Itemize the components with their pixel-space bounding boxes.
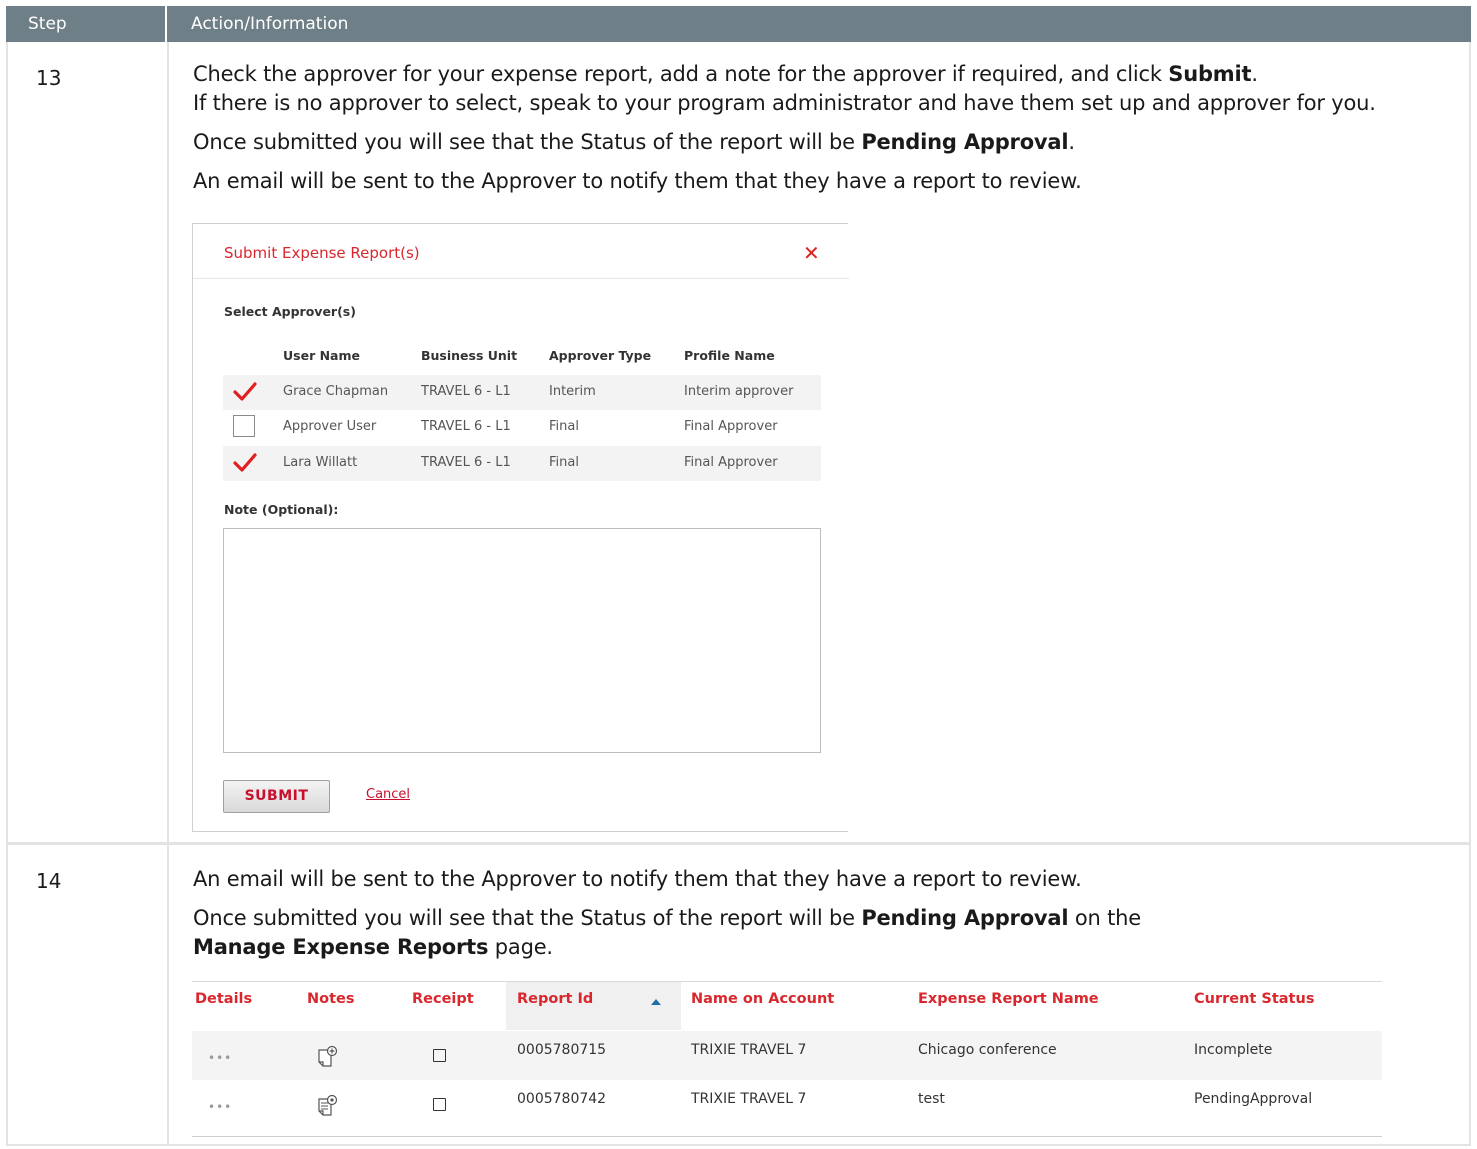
divider: [192, 981, 1382, 982]
step-number: 13: [8, 42, 169, 842]
divider: [193, 278, 849, 279]
approver-row: Grace Chapman TRAVEL 6 - L1 Interim Inte…: [223, 375, 821, 410]
column-header-report-id[interactable]: Report Id: [517, 991, 593, 1007]
approver-user-name: Approver User: [283, 419, 377, 434]
instruction-text: An email will be sent to the Approver to…: [193, 867, 1082, 891]
approver-user-name: Lara Willatt: [283, 455, 358, 470]
current-status: Incomplete: [1194, 1042, 1273, 1058]
notes-filled-icon[interactable]: [316, 1093, 338, 1119]
table-row: ••• 0005780742 TRIXIE TRAVEL 7 test Pend…: [192, 1080, 1382, 1129]
table-header: Step Action/Information: [6, 6, 1471, 42]
receipt-checkbox[interactable]: [433, 1049, 446, 1062]
approver-business-unit: TRAVEL 6 - L1: [421, 384, 511, 399]
column-header-receipt[interactable]: Receipt: [412, 991, 474, 1007]
current-status: PendingApproval: [1194, 1091, 1313, 1107]
dialog-title: Submit Expense Report(s): [224, 244, 420, 262]
column-header-notes[interactable]: Notes: [307, 991, 355, 1007]
approver-checkbox-checked[interactable]: [233, 381, 257, 403]
approver-user-name: Grace Chapman: [283, 384, 389, 399]
select-approvers-label: Select Approver(s): [224, 304, 356, 319]
approver-row: Approver User TRAVEL 6 - L1 Final Final …: [223, 410, 821, 445]
approver-profile: Final Approver: [684, 455, 778, 470]
approver-profile: Final Approver: [684, 419, 778, 434]
cancel-link[interactable]: Cancel: [366, 787, 410, 802]
column-header-approver-type: Approver Type: [549, 348, 652, 363]
notes-icon[interactable]: [316, 1044, 338, 1070]
column-header-business-unit: Business Unit: [421, 348, 518, 363]
instruction-text: If there is no approver to select, speak…: [193, 91, 1376, 115]
approver-type: Final: [549, 455, 579, 470]
header-action: Action/Information: [191, 14, 349, 34]
report-id: 0005780715: [517, 1042, 607, 1058]
divider: [192, 1136, 1382, 1137]
column-header-name-on-account[interactable]: Name on Account: [691, 991, 834, 1007]
approver-business-unit: TRAVEL 6 - L1: [421, 455, 511, 470]
note-textarea[interactable]: [223, 528, 821, 753]
approver-business-unit: TRAVEL 6 - L1: [421, 419, 511, 434]
report-id: 0005780742: [517, 1091, 607, 1107]
approver-checkbox-checked[interactable]: [233, 452, 257, 474]
details-icon[interactable]: •••: [208, 1100, 232, 1114]
step-number: 14: [8, 845, 169, 1144]
receipt-checkbox[interactable]: [433, 1098, 446, 1111]
approver-type: Interim: [549, 384, 596, 399]
column-header-current-status[interactable]: Current Status: [1194, 991, 1314, 1007]
submit-button[interactable]: SUBMIT: [223, 780, 330, 813]
sort-ascending-icon[interactable]: [650, 998, 662, 1006]
approver-profile: Interim approver: [684, 384, 794, 399]
header-step: Step: [6, 6, 167, 42]
instruction-text: Once submitted you will see that the Sta…: [193, 906, 1141, 959]
expense-report-name: Chicago conference: [918, 1042, 1057, 1058]
name-on-account: TRIXIE TRAVEL 7: [691, 1042, 807, 1058]
column-header-details[interactable]: Details: [195, 991, 252, 1007]
column-header-expense-report-name[interactable]: Expense Report Name: [918, 991, 1099, 1007]
details-icon[interactable]: •••: [208, 1051, 232, 1065]
note-label: Note (Optional):: [224, 502, 339, 517]
table-row: ••• 0005780715 TRIXIE TRAVEL 7 Chicago c…: [192, 1031, 1382, 1080]
submit-expense-dialog: Submit Expense Report(s) ✕ Select Approv…: [192, 223, 849, 832]
instruction-text: Once submitted you will see that the Sta…: [193, 130, 1075, 154]
expense-report-name: test: [918, 1091, 945, 1107]
close-icon[interactable]: ✕: [803, 241, 820, 265]
approver-row: Lara Willatt TRAVEL 6 - L1 Final Final A…: [223, 446, 821, 481]
instruction-text: Check the approver for your expense repo…: [193, 62, 1258, 86]
column-header-user-name: User Name: [283, 348, 360, 363]
column-header-profile-name: Profile Name: [684, 348, 775, 363]
name-on-account: TRIXIE TRAVEL 7: [691, 1091, 807, 1107]
approver-checkbox-unchecked[interactable]: [233, 415, 255, 437]
approver-type: Final: [549, 419, 579, 434]
instruction-text: An email will be sent to the Approver to…: [193, 169, 1082, 193]
